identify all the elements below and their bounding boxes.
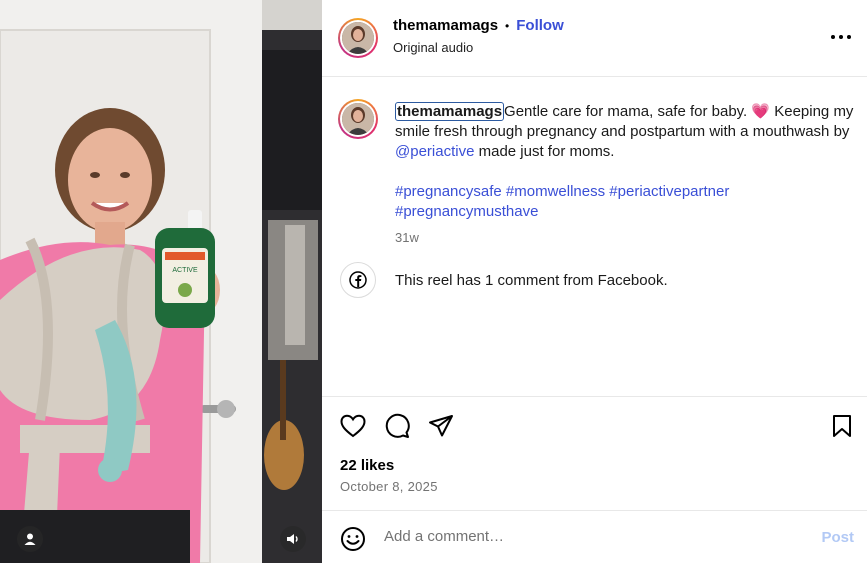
comment-bar: Post bbox=[322, 510, 867, 564]
caption-username[interactable]: themamamags bbox=[395, 102, 505, 121]
hashtag-link[interactable]: #periactivepartner bbox=[609, 183, 729, 200]
comment-button[interactable] bbox=[383, 412, 411, 440]
audio-label[interactable]: Original audio bbox=[393, 40, 473, 55]
facebook-note-text: This reel has 1 comment from Facebook. bbox=[395, 271, 668, 289]
facebook-comment-note: This reel has 1 comment from Facebook. bbox=[340, 262, 668, 298]
post-caption: themamamags Gentle care for mama, safe fo… bbox=[395, 102, 855, 248]
emoji-icon bbox=[341, 527, 365, 551]
more-horizontal-icon bbox=[831, 35, 851, 39]
facebook-icon-badge bbox=[340, 262, 376, 298]
share-button[interactable] bbox=[427, 412, 455, 440]
audio-toggle-button[interactable] bbox=[280, 526, 306, 552]
product-label: ACTIVE bbox=[172, 267, 198, 274]
comment-input[interactable] bbox=[384, 528, 764, 545]
hashtag-list: #pregnancysafe #momwellness #periactivep… bbox=[395, 182, 855, 222]
like-button[interactable] bbox=[339, 412, 367, 440]
emoji-button[interactable] bbox=[340, 526, 366, 552]
tagged-users-button[interactable] bbox=[17, 526, 43, 552]
post-comment-button[interactable]: Post bbox=[821, 529, 854, 546]
save-button[interactable] bbox=[828, 412, 856, 440]
post-details-panel: themamamags • Follow Original audio them… bbox=[322, 0, 867, 563]
speaker-icon bbox=[287, 534, 298, 544]
reel-video-frame: ACTIVE bbox=[0, 0, 322, 563]
reel-media[interactable]: ACTIVE bbox=[0, 0, 322, 563]
like-count[interactable]: 22 likes bbox=[340, 457, 394, 474]
person-icon bbox=[24, 533, 36, 545]
hashtag-link[interactable]: #momwellness bbox=[506, 183, 605, 200]
separator-dot: • bbox=[505, 18, 510, 33]
facebook-icon bbox=[349, 271, 367, 289]
comment-icon bbox=[385, 413, 410, 438]
mention-link[interactable]: @periactive bbox=[395, 143, 474, 160]
post-header: themamamags • Follow Original audio bbox=[322, 0, 867, 77]
hashtag-link[interactable]: #pregnancymusthave bbox=[395, 203, 538, 220]
action-bar bbox=[322, 396, 867, 457]
caption-avatar[interactable] bbox=[338, 99, 378, 139]
more-options-button[interactable] bbox=[829, 26, 853, 46]
caption-text-end: made just for moms. bbox=[474, 143, 615, 160]
author-username[interactable]: themamamags bbox=[393, 17, 498, 34]
share-icon bbox=[429, 415, 453, 437]
post-age[interactable]: 31w bbox=[395, 228, 855, 248]
bookmark-icon bbox=[833, 415, 851, 437]
author-avatar[interactable] bbox=[338, 18, 378, 58]
hashtag-link[interactable]: #pregnancysafe bbox=[395, 183, 502, 200]
post-date: October 8, 2025 bbox=[340, 479, 438, 494]
heart-icon bbox=[340, 414, 366, 438]
follow-button[interactable]: Follow bbox=[516, 17, 564, 34]
